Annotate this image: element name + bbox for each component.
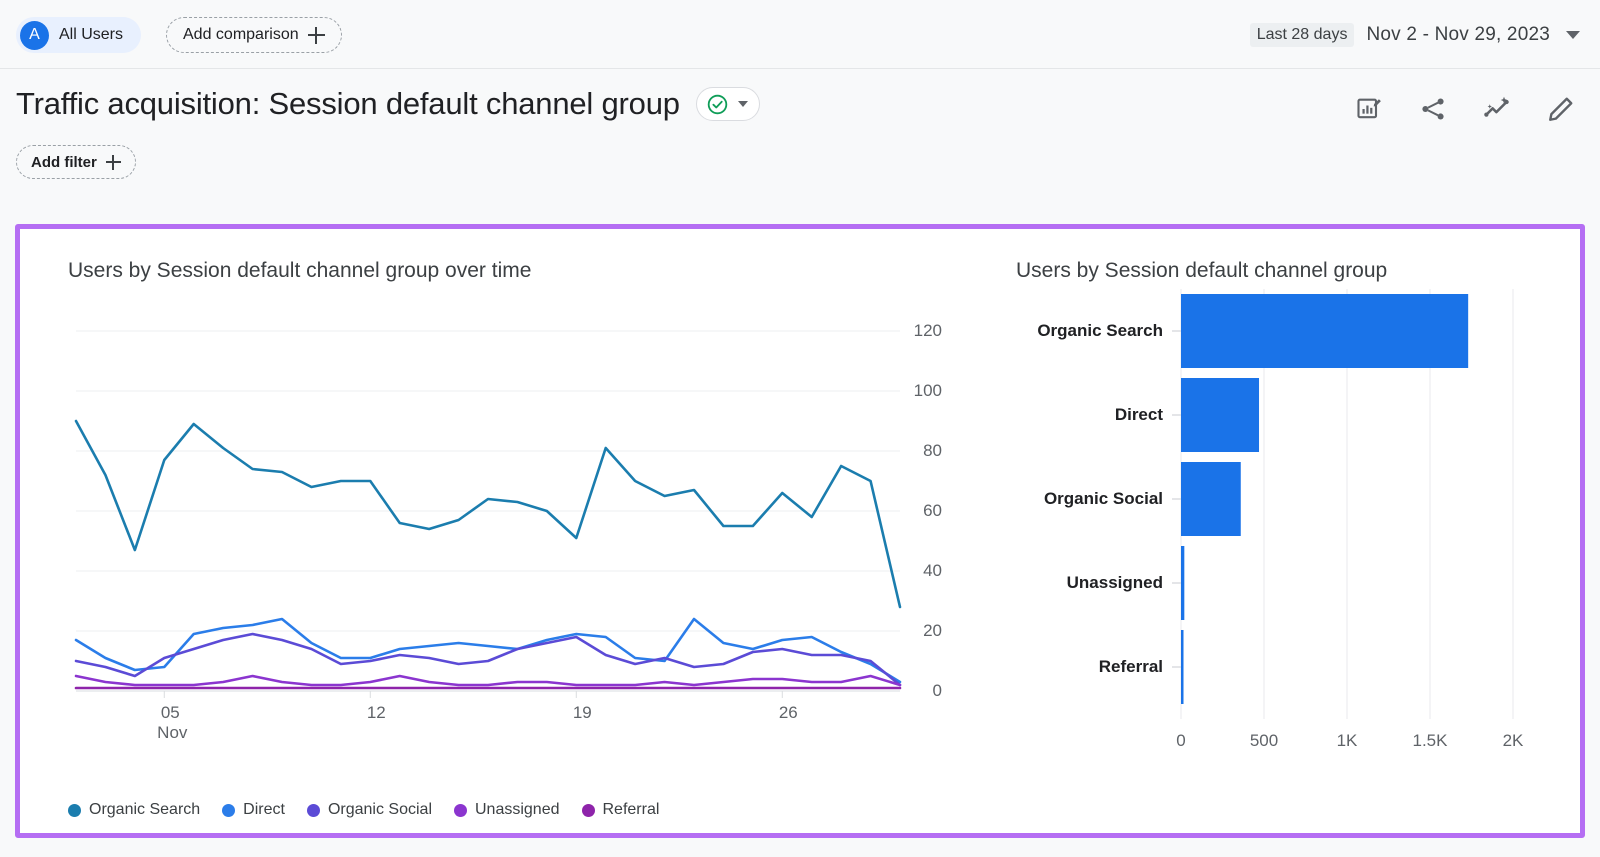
bar-chart-category-label: Referral bbox=[1099, 657, 1163, 677]
bar-chart-svg bbox=[970, 289, 1580, 779]
date-range-selector[interactable]: Last 28 days Nov 2 - Nov 29, 2023 bbox=[1250, 18, 1580, 52]
plus-icon bbox=[106, 155, 121, 170]
data-quality-dropdown[interactable] bbox=[696, 87, 760, 121]
line-chart-y-tick: 100 bbox=[914, 381, 942, 401]
bar-chart-panel: Users by Session default channel group 0… bbox=[970, 229, 1580, 833]
all-users-chip[interactable]: A All Users bbox=[16, 17, 141, 53]
add-filter-label: Add filter bbox=[31, 154, 97, 171]
page-title: Traffic acquisition: Session default cha… bbox=[16, 86, 680, 122]
line-chart-y-tick: 80 bbox=[923, 441, 942, 461]
legend-color-dot bbox=[222, 804, 235, 817]
edit-chart-icon[interactable] bbox=[1352, 92, 1386, 126]
bar-chart-x-tick: 1K bbox=[1337, 731, 1358, 751]
legend-item[interactable]: Organic Search bbox=[68, 801, 200, 819]
legend-label: Organic Search bbox=[89, 801, 200, 819]
legend-label: Organic Social bbox=[328, 801, 432, 819]
legend-item[interactable]: Organic Social bbox=[307, 801, 432, 819]
legend-item[interactable]: Unassigned bbox=[454, 801, 560, 819]
title-row: Traffic acquisition: Session default cha… bbox=[16, 86, 760, 122]
date-range-value: Nov 2 - Nov 29, 2023 bbox=[1366, 24, 1550, 46]
line-chart-legend: Organic Search Direct Organic Social Unassi… bbox=[68, 801, 659, 819]
line-chart-x-tick-month: Nov bbox=[157, 723, 187, 743]
bar-chart-x-tick: 500 bbox=[1250, 731, 1278, 751]
line-chart-y-tick: 120 bbox=[914, 321, 942, 341]
bar-chart-title: Users by Session default channel group bbox=[1016, 259, 1387, 283]
line-chart-y-tick: 40 bbox=[923, 561, 942, 581]
legend-color-dot bbox=[454, 804, 467, 817]
line-chart-x-tick: 26 bbox=[779, 703, 798, 723]
chevron-down-icon bbox=[738, 101, 748, 107]
line-chart-panel: Users by Session default channel group o… bbox=[20, 229, 970, 833]
line-chart-x-tick: 05 bbox=[161, 703, 180, 723]
plus-icon bbox=[308, 27, 325, 44]
bar-chart-x-tick: 1.5K bbox=[1413, 731, 1448, 751]
line-chart-svg bbox=[20, 299, 970, 769]
all-users-label: All Users bbox=[59, 26, 123, 44]
legend-color-dot bbox=[68, 804, 81, 817]
bar-chart-x-tick: 0 bbox=[1176, 731, 1185, 751]
add-filter-button[interactable]: Add filter bbox=[16, 145, 136, 179]
insights-icon[interactable] bbox=[1480, 92, 1514, 126]
line-chart-x-tick: 19 bbox=[573, 703, 592, 723]
avatar: A bbox=[20, 21, 49, 50]
charts-card: Users by Session default channel group o… bbox=[15, 224, 1585, 838]
report-toolbar bbox=[1352, 92, 1578, 126]
line-chart-title: Users by Session default channel group o… bbox=[68, 259, 531, 283]
line-chart-y-tick: 60 bbox=[923, 501, 942, 521]
legend-item[interactable]: Referral bbox=[582, 801, 660, 819]
line-chart-x-tick: 12 bbox=[367, 703, 386, 723]
verified-check-icon bbox=[706, 93, 729, 116]
line-chart[interactable] bbox=[20, 299, 970, 769]
analytics-report-page: A All Users Add comparison Last 28 days … bbox=[0, 0, 1600, 857]
bar-chart-category-label: Organic Social bbox=[1044, 489, 1163, 509]
bar-chart-x-tick: 2K bbox=[1503, 731, 1524, 751]
legend-label: Direct bbox=[243, 801, 285, 819]
legend-item[interactable]: Direct bbox=[222, 801, 285, 819]
add-comparison-button[interactable]: Add comparison bbox=[166, 17, 342, 53]
bar-chart-category-label: Organic Search bbox=[1037, 321, 1163, 341]
legend-label: Referral bbox=[603, 801, 660, 819]
line-chart-y-tick: 20 bbox=[923, 621, 942, 641]
share-icon[interactable] bbox=[1416, 92, 1450, 126]
bar-chart[interactable] bbox=[970, 289, 1580, 779]
add-comparison-label: Add comparison bbox=[183, 26, 299, 44]
bar-chart-category-label: Direct bbox=[1115, 405, 1163, 425]
legend-color-dot bbox=[582, 804, 595, 817]
top-bar: A All Users Add comparison Last 28 days … bbox=[0, 0, 1600, 69]
chevron-down-icon bbox=[1566, 31, 1580, 39]
bar-chart-category-label: Unassigned bbox=[1067, 573, 1163, 593]
legend-color-dot bbox=[307, 804, 320, 817]
date-range-preset: Last 28 days bbox=[1250, 23, 1355, 47]
legend-label: Unassigned bbox=[475, 801, 560, 819]
line-chart-y-tick: 0 bbox=[933, 681, 942, 701]
pencil-icon[interactable] bbox=[1544, 92, 1578, 126]
